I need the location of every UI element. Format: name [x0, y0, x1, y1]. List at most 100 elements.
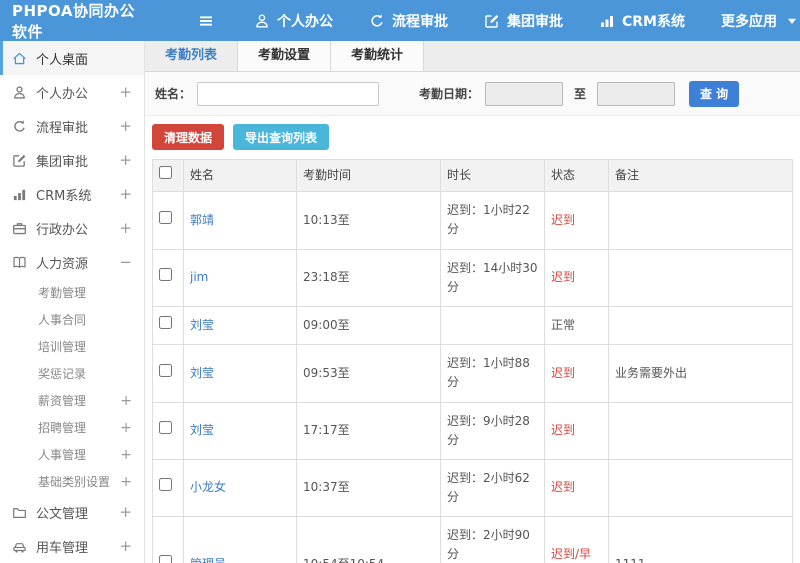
sidebar-subitem[interactable]: 培训管理 [0, 333, 144, 360]
top-nav-item-label: 流程审批 [392, 13, 448, 30]
sidebar-item[interactable]: 行政办公 + [0, 211, 144, 245]
expand-icon[interactable]: + [120, 393, 132, 409]
employee-name-link[interactable]: 刘莹 [190, 318, 214, 332]
sidebar-item[interactable]: 个人桌面 [0, 41, 144, 75]
top-nav-item-label: CRM系统 [622, 13, 685, 30]
table-row: 刘莹 17:17至 迟到：9小时28分 迟到 [152, 401, 793, 460]
user-icon [12, 85, 27, 100]
row-checkbox[interactable] [159, 315, 172, 329]
status-badge: 迟到/早退 [551, 547, 592, 562]
employee-name-link[interactable]: jim [190, 270, 208, 284]
sidebar: 个人桌面 个人办公 + 流程审批 + 集团审批 + CRM系统 + 行政办公 + 人力资源 − 考勤管理人… [0, 41, 145, 563]
sidebar-item-label: 流程审批 [36, 120, 89, 136]
cell-status: 迟到 [544, 248, 609, 307]
top-nav-item[interactable]: 个人办公 [254, 11, 333, 31]
flow-icon [369, 13, 385, 29]
attendance-table-wrap: 姓名 考勤时间 时长 状态 备注 郭靖 10:13至 迟到：1小时22分 迟到 jim 23:18… [145, 159, 800, 563]
expand-icon[interactable]: + [119, 503, 132, 521]
expand-icon[interactable]: + [119, 117, 132, 135]
cell-status: 迟到 [544, 344, 609, 403]
table-row: 刘莹 09:00至 正常 [152, 305, 793, 346]
cell-attendance-time: 09:00至 [296, 305, 441, 346]
book-icon [12, 255, 27, 270]
folder-icon [12, 505, 27, 520]
date-from-input[interactable] [485, 81, 564, 106]
status-badge: 迟到 [551, 270, 576, 285]
table-row: 刘莹 09:53至 迟到：1小时88分 迟到 业务需要外出 [152, 344, 793, 403]
top-nav-item[interactable]: 集团审批 [484, 11, 563, 31]
sidebar-item[interactable]: 流程审批 + [0, 109, 144, 143]
expand-icon[interactable]: + [119, 185, 132, 203]
menu-toggle-button[interactable] [198, 13, 216, 29]
expand-icon[interactable]: + [120, 420, 132, 436]
clear-data-button[interactable]: 清理数据 [152, 124, 225, 150]
employee-name-link[interactable]: 刘莹 [190, 423, 214, 437]
top-nav-item[interactable]: 更多应用 [721, 11, 800, 31]
sidebar-subitem[interactable]: 奖惩记录 [0, 360, 144, 387]
row-checkbox[interactable] [159, 421, 172, 435]
sidebar-subitem[interactable]: 人事合同 [0, 306, 144, 333]
row-checkbox-cell [152, 344, 184, 403]
employee-name-link[interactable]: 刘莹 [190, 366, 214, 380]
sidebar-item[interactable]: 公文管理 + [0, 495, 144, 529]
tab-考勤列表[interactable]: 考勤列表 [145, 41, 239, 71]
chart-icon [599, 13, 615, 29]
sidebar-item[interactable]: 集团审批 + [0, 143, 144, 177]
row-checkbox-cell [152, 401, 184, 460]
status-badge: 迟到 [551, 365, 576, 380]
sidebar-item[interactable]: 用车管理 + [0, 529, 144, 563]
row-checkbox[interactable] [159, 210, 172, 224]
row-checkbox[interactable] [159, 478, 172, 492]
cell-name: jim [183, 248, 297, 307]
main-content: 考勤列表 考勤设置 考勤统计 姓名： 考勤日期： 至 查 询 清理数据 导出查询列表 [145, 41, 800, 563]
top-nav-item[interactable]: 流程审批 [369, 11, 448, 31]
collapse-icon[interactable]: − [119, 253, 132, 271]
sidebar-subitem-label: 基础类别设置 [38, 475, 111, 489]
export-list-button[interactable]: 导出查询列表 [233, 124, 330, 150]
filter-bar: 姓名： 考勤日期： 至 查 询 [145, 72, 800, 116]
top-nav-item-label: 更多应用 [721, 13, 777, 30]
sidebar-item[interactable]: 人力资源 − [0, 245, 144, 279]
sidebar-subitem[interactable]: 基础类别设置 + [0, 468, 144, 495]
employee-name-link[interactable]: 小龙女 [190, 480, 226, 494]
expand-icon[interactable]: + [120, 447, 132, 463]
top-nav-item-label: 集团审批 [507, 13, 563, 30]
column-header: 姓名 [183, 159, 297, 193]
sidebar-subitem[interactable]: 招聘管理 + [0, 414, 144, 441]
row-checkbox[interactable] [159, 268, 172, 282]
row-checkbox-cell [152, 191, 184, 250]
date-to-input[interactable] [597, 81, 676, 106]
flow-icon [12, 119, 27, 134]
expand-icon[interactable]: + [119, 83, 132, 101]
expand-icon[interactable]: + [119, 537, 132, 555]
tab-考勤设置[interactable]: 考勤设置 [238, 41, 332, 71]
sidebar-subitem-label: 奖惩记录 [38, 367, 87, 381]
sidebar-subitem[interactable]: 考勤管理 [0, 279, 144, 306]
top-nav-item[interactable]: CRM系统 [599, 11, 685, 31]
expand-icon[interactable]: + [120, 474, 132, 490]
app-window: PHPOA协同办公软件 个人办公 流程审批 集团审批 CRM系统 更多应用 个人桌面 个人… [0, 0, 800, 563]
employee-name-link[interactable]: 管理员 [190, 557, 226, 563]
date-filter-label: 考勤日期： [419, 87, 480, 101]
cell-duration: 迟到：9小时28分 [440, 401, 545, 460]
expand-icon[interactable]: + [119, 151, 132, 169]
sidebar-subitem[interactable]: 人事管理 + [0, 441, 144, 468]
row-checkbox[interactable] [159, 363, 172, 377]
home-icon [12, 51, 27, 66]
row-checkbox-cell [152, 305, 184, 346]
column-header: 时长 [440, 159, 545, 193]
sidebar-item-label: 集团审批 [36, 154, 89, 170]
name-filter-input[interactable] [197, 81, 380, 106]
row-checkbox[interactable] [159, 555, 172, 563]
search-button[interactable]: 查 询 [689, 80, 740, 107]
sidebar-item-label: 行政办公 [36, 222, 89, 238]
top-nav: 个人办公 流程审批 集团审批 CRM系统 更多应用 [254, 11, 800, 31]
select-all-checkbox[interactable] [159, 166, 172, 179]
expand-icon[interactable]: + [119, 219, 132, 237]
tab-考勤统计[interactable]: 考勤统计 [331, 41, 425, 71]
sidebar-item[interactable]: CRM系统 + [0, 177, 144, 211]
sidebar-subitem[interactable]: 薪资管理 + [0, 387, 144, 414]
app-logo: PHPOA协同办公软件 [12, 1, 135, 41]
sidebar-item[interactable]: 个人办公 + [0, 75, 144, 109]
employee-name-link[interactable]: 郭靖 [190, 213, 214, 227]
